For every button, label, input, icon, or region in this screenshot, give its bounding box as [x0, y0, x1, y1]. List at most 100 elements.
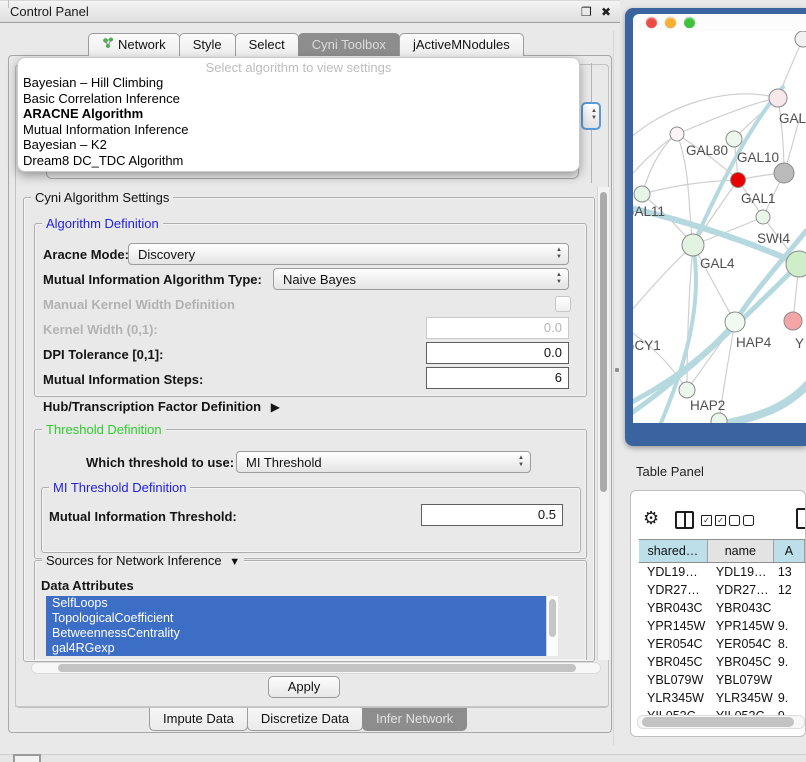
network-node[interactable] [682, 234, 704, 256]
network-node[interactable] [784, 312, 802, 330]
table-row[interactable]: YBL079WYBL079W [639, 671, 805, 689]
zoom-traffic-light[interactable] [684, 17, 695, 28]
attribute-item-selfloops[interactable]: SelfLoops [46, 596, 546, 611]
data-attributes-list: SelfLoopsTopologicalCoefficientBetweenne… [46, 596, 546, 656]
attribute-item-topologicalcoefficient[interactable]: TopologicalCoefficient [46, 611, 546, 626]
table-row[interactable]: YLR345WYLR345W9. [639, 689, 805, 707]
collapse-down-icon: ▼ [229, 556, 240, 568]
column-header-name[interactable]: name [708, 540, 774, 562]
network-canvas[interactable]: GALGAL80GAL10GAL1GAL11SWI4GAL4GCY1HAP4YH… [633, 31, 806, 423]
network-node-label: GAL1 [741, 191, 776, 206]
settings-horizontal-scrollbar[interactable] [31, 662, 601, 674]
panel-divider[interactable] [613, 31, 614, 745]
dropdown-item-aracne-algorithm[interactable]: ARACNE Algorithm [21, 106, 576, 122]
tab-label: jActiveMNodules [413, 34, 510, 56]
table-horizontal-scrollbar-thumb[interactable] [642, 717, 794, 727]
table-row[interactable]: YDR27…YDR27…12 [639, 581, 805, 599]
kernel-width-field[interactable]: 0.0 [426, 317, 569, 339]
network-node[interactable] [774, 163, 794, 183]
table-row[interactable]: YER054CYER054C8. [639, 635, 805, 653]
network-node-label: GAL10 [737, 150, 779, 165]
tab-impute-data[interactable]: Impute Data [149, 708, 248, 731]
table-cell: YPR145W [639, 617, 708, 635]
float-window-icon[interactable]: ❐ [581, 1, 592, 23]
mi-type-value: Naive Bayes [283, 272, 356, 287]
tab-style[interactable]: Style [179, 33, 236, 56]
gear-icon[interactable]: ⚙ [643, 508, 659, 529]
attributes-scrollbar-thumb[interactable] [549, 599, 556, 637]
mi-steps-field[interactable]: 6 [426, 367, 569, 389]
deselect-all-checkboxes-icon[interactable] [729, 515, 754, 526]
attribute-item-betweennesscentrality[interactable]: BetweennessCentrality [46, 626, 546, 641]
aracne-mode-label: Aracne Mode: [43, 247, 129, 262]
network-node[interactable] [634, 186, 650, 202]
network-node[interactable] [756, 210, 770, 224]
network-node-label: Y [795, 336, 804, 351]
attributes-scrollbar[interactable] [546, 596, 558, 656]
threshold-definition-title: Threshold Definition [42, 422, 166, 437]
data-mode-tabbar: Impute DataDiscretize DataInfer Network [149, 708, 466, 731]
tab-infer-network[interactable]: Infer Network [362, 708, 467, 731]
settings-horizontal-scrollbar-thumb[interactable] [58, 664, 576, 672]
dropdown-item-mutual-information-inference[interactable]: Mutual Information Inference [21, 122, 576, 138]
apply-button[interactable]: Apply [268, 676, 340, 698]
table-cell: YBL079W [639, 671, 708, 689]
network-node[interactable] [679, 382, 695, 398]
column-header-a[interactable]: A [774, 540, 805, 562]
tab-cyni-toolbox[interactable]: Cyni Toolbox [298, 33, 400, 56]
manual-kernel-checkbox[interactable] [555, 296, 571, 312]
combo-arrows-icon: ▲▼ [556, 272, 562, 286]
column-header-shared[interactable]: shared… [639, 540, 708, 562]
network-node-label: GAL80 [686, 143, 728, 158]
table-row[interactable]: YPR145WYPR145W9. [639, 617, 805, 635]
table-row[interactable]: YBR045CYBR045C9. [639, 653, 805, 671]
network-node[interactable] [726, 131, 742, 147]
aracne-mode-combobox[interactable]: Discovery ▲▼ [128, 243, 569, 265]
split-columns-icon[interactable] [675, 511, 694, 529]
control-panel-title: Control Panel [10, 4, 89, 19]
mi-type-combobox[interactable]: Naive Bayes ▲▼ [273, 268, 569, 290]
table-cell: YLR345W [708, 689, 774, 707]
network-node[interactable] [795, 31, 806, 47]
network-node[interactable] [711, 413, 727, 423]
dropdown-item-bayesian-k2[interactable]: Bayesian – K2 [21, 137, 576, 153]
table-header-row: shared…nameA [639, 539, 805, 563]
dropdown-item-bayesian-hill-climbing[interactable]: Bayesian – Hill Climbing [21, 75, 576, 91]
minimize-traffic-light[interactable] [665, 17, 676, 28]
tab-discretize-data[interactable]: Discretize Data [247, 708, 363, 731]
network-node-label: SWI4 [757, 231, 790, 246]
mi-threshold-field[interactable]: 0.5 [421, 504, 563, 526]
table-body: YDL19…YDL19…13YDR27…YDR27…12YBR043CYBR04… [639, 563, 805, 725]
network-node[interactable] [731, 173, 746, 188]
table-row[interactable]: YBR043CYBR043C [639, 599, 805, 617]
dropdown-item-basic-correlation-inference[interactable]: Basic Correlation Inference [21, 91, 576, 107]
network-view-window[interactable]: GALGAL80GAL10GAL1GAL11SWI4GAL4GCY1HAP4YH… [625, 8, 806, 446]
close-traffic-light[interactable] [646, 17, 657, 28]
network-node[interactable] [725, 312, 745, 332]
network-node-label: GAL [779, 111, 806, 126]
divider-grip[interactable] [615, 368, 619, 372]
sources-group-title[interactable]: Sources for Network Inference ▼ [42, 553, 244, 568]
hub-definition-toggle[interactable]: Hub/Transcription Factor Definition ▶ [43, 399, 280, 414]
network-node[interactable] [670, 127, 684, 141]
settings-vertical-scrollbar[interactable] [597, 187, 609, 660]
table-cell: YBR045C [639, 653, 708, 671]
network-node[interactable] [769, 89, 787, 107]
close-window-icon[interactable]: ✖ [601, 1, 611, 23]
table-row[interactable]: YDL19…YDL19…13 [639, 563, 805, 581]
dropdown-item-dream8-dc-tdc-algorithm[interactable]: Dream8 DC_TDC Algorithm [21, 153, 576, 169]
settings-vertical-scrollbar-thumb[interactable] [600, 192, 607, 492]
select-all-checkboxes-icon[interactable]: ✓✓ [701, 515, 726, 526]
tab-select[interactable]: Select [235, 33, 299, 56]
minimized-panel-icon[interactable] [13, 754, 41, 762]
table-cell: YLR345W [639, 689, 708, 707]
tab-network[interactable]: Network [88, 33, 180, 56]
table-cell: YBR043C [639, 599, 708, 617]
which-threshold-combobox[interactable]: MI Threshold ▲▼ [236, 451, 531, 473]
table-horizontal-scrollbar[interactable] [637, 715, 805, 729]
attribute-item-gal4rgexp[interactable]: gal4RGexp [46, 641, 546, 656]
dpi-tolerance-field[interactable]: 0.0 [426, 342, 569, 364]
expand-right-icon: ▶ [271, 400, 280, 414]
new-table-icon[interactable] [796, 508, 806, 529]
tab-jactivemnodules[interactable]: jActiveMNodules [399, 33, 524, 56]
